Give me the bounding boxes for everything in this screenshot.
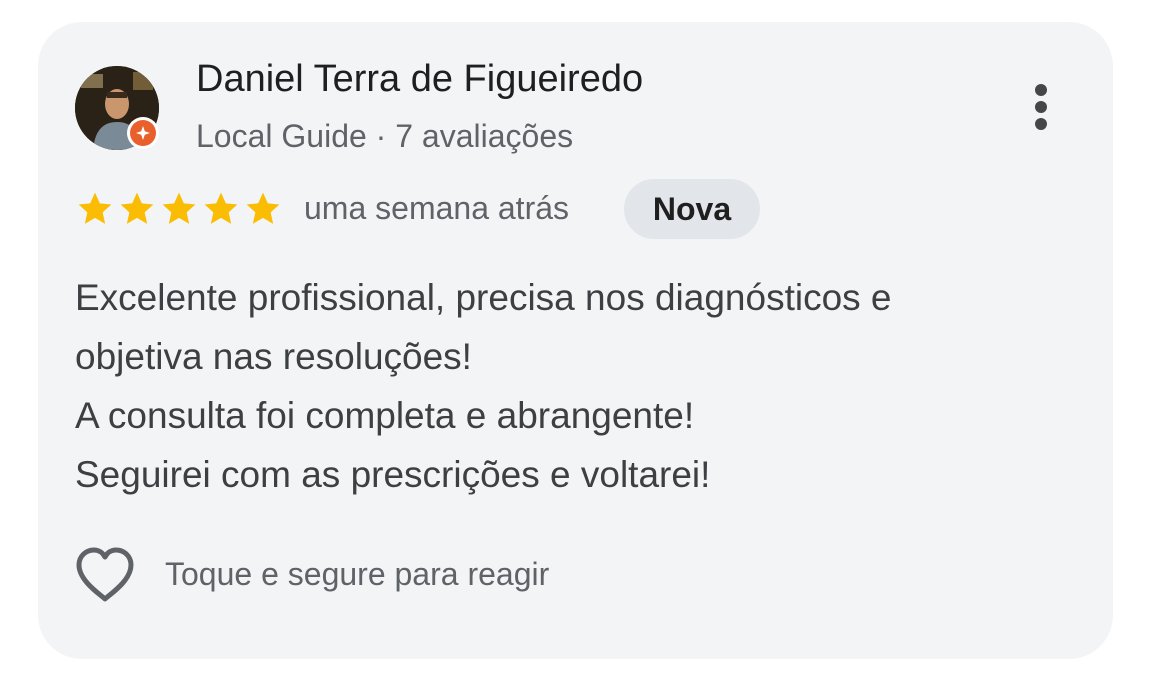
review-text-line: objetiva nas resoluções! — [75, 336, 472, 377]
review-text-line: A consulta foi completa e abrangente! — [75, 395, 695, 436]
review-text-line: Seguirei com as prescrições e voltarei! — [75, 454, 711, 495]
more-vert-icon-dot — [1035, 101, 1047, 113]
more-vert-icon-dot — [1035, 118, 1047, 130]
author-meta: Local Guide · 7 avaliações — [196, 118, 574, 154]
star-icon — [120, 192, 154, 224]
react-hint[interactable]: Toque e segure para reagir — [165, 556, 549, 593]
heart-icon[interactable] — [74, 546, 136, 604]
review-text: Excelente profissional, precisa nos diag… — [75, 268, 1075, 504]
star-icon — [246, 192, 280, 224]
more-vert-icon — [1035, 84, 1047, 96]
star-icon — [204, 192, 238, 224]
new-badge: Nova — [624, 179, 760, 239]
more-options-button[interactable] — [1020, 76, 1062, 138]
star-rating — [75, 189, 283, 229]
star-icon — [78, 192, 112, 224]
author-name[interactable]: Daniel Terra de Figueiredo — [196, 58, 643, 101]
review-text-line: Excelente profissional, precisa nos diag… — [75, 277, 892, 318]
star-icon — [162, 192, 196, 224]
local-guide-badge-icon — [127, 117, 159, 149]
review-time: uma semana atrás — [304, 190, 570, 226]
